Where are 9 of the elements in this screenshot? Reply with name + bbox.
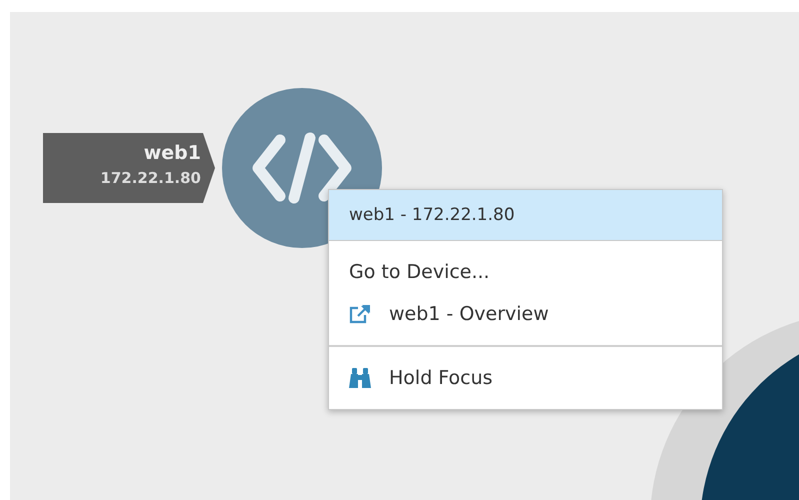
node-address: 172.22.1.80 bbox=[100, 168, 201, 189]
menu-item[interactable]: Go to Device... bbox=[329, 251, 722, 293]
menu-header: web1 - 172.22.1.80 bbox=[329, 190, 722, 241]
node-name: web1 bbox=[144, 141, 201, 165]
menu-item[interactable]: Hold Focus bbox=[329, 357, 722, 399]
external-link-icon bbox=[349, 304, 371, 324]
binoculars-icon bbox=[349, 367, 371, 389]
code-icon bbox=[250, 130, 354, 206]
menu-item[interactable]: web1 - Overview bbox=[329, 293, 722, 335]
